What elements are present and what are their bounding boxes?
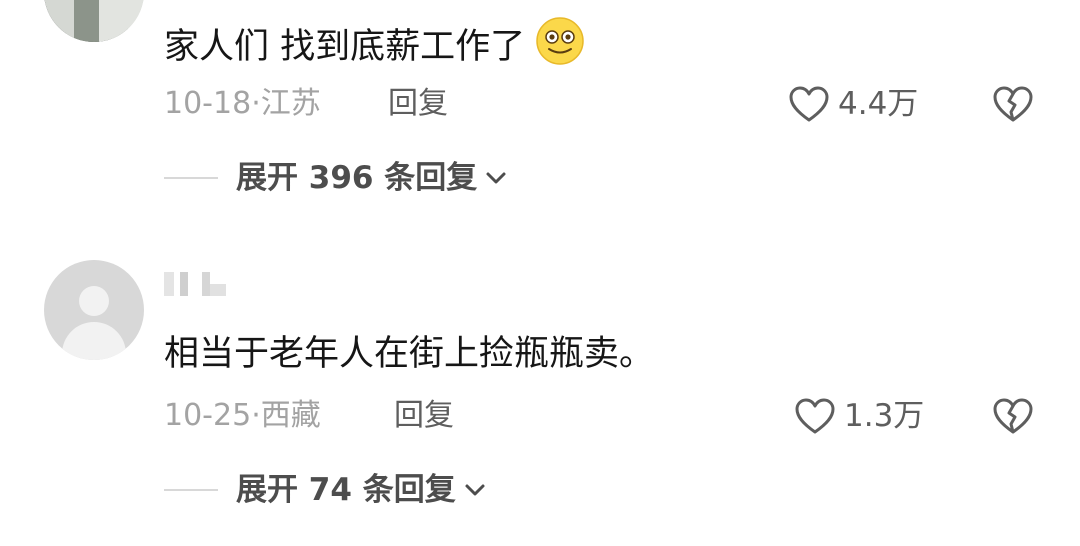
username-obscured[interactable] — [164, 272, 234, 296]
comment-item: 相当于老年人在街上捡瓶瓶卖。 10-25·西藏 回复 1.3万 展开 74 条回… — [0, 0, 1080, 546]
comment-location: 西藏 — [260, 398, 321, 433]
avatar-body-shape — [62, 322, 126, 360]
comment-text: 相当于老年人在街上捡瓶瓶卖。 — [164, 332, 654, 376]
heart-outline-icon — [795, 398, 835, 434]
comment-date: 10-25 — [164, 398, 252, 433]
avatar[interactable] — [44, 260, 144, 360]
expand-replies-label: 展开 74 条回复 — [236, 472, 456, 508]
expand-replies-button[interactable]: 展开 74 条回复 — [164, 470, 486, 510]
like-button[interactable]: 1.3万 — [794, 396, 924, 436]
comment-meta: 10-25·西藏 — [164, 396, 321, 436]
broken-heart-icon — [993, 398, 1033, 434]
reply-button[interactable]: 回复 — [394, 396, 454, 436]
comment-text-content: 相当于老年人在街上捡瓶瓶卖。 — [164, 334, 655, 374]
avatar-head-shape — [79, 286, 109, 316]
divider — [164, 489, 218, 491]
like-count: 1.3万 — [844, 398, 925, 434]
dislike-button[interactable] — [992, 396, 1034, 440]
meta-separator: · — [251, 398, 261, 433]
chevron-down-icon — [465, 484, 485, 496]
